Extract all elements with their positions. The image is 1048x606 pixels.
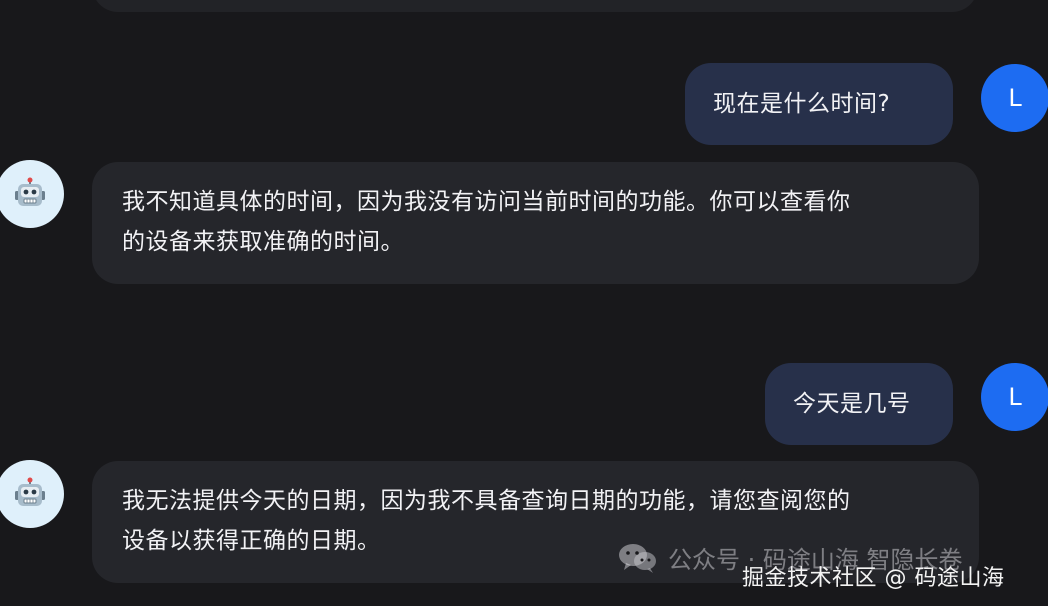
user-message-bubble: 今天是几号 — [765, 363, 953, 445]
assistant-message-bubble: 我不知道具体的时间，因为我没有访问当前时间的功能。你可以查看你 的设备来获取准确… — [92, 162, 979, 284]
avatar-letter: L — [1008, 383, 1022, 411]
message-text: 今天是几号 — [793, 391, 911, 417]
user-avatar[interactable]: L — [981, 363, 1048, 431]
robot-icon — [15, 477, 45, 506]
message-line: 我无法提供今天的日期，因为我不具备查询日期的功能，请您查阅您的 — [122, 488, 851, 514]
message-line: 的设备来获取准确的时间。 — [122, 229, 404, 255]
bot-avatar — [0, 460, 64, 528]
site-watermark: 掘金技术社区 @ 码途山海 — [742, 566, 1005, 591]
avatar-letter: L — [1008, 84, 1022, 112]
message-line: 我不知道具体的时间，因为我没有访问当前时间的功能。你可以查看你 — [122, 189, 851, 215]
user-avatar[interactable]: L — [981, 64, 1048, 132]
bot-avatar — [0, 160, 64, 228]
previous-message-bubble — [92, 0, 978, 12]
wechat-icon — [619, 543, 656, 573]
user-message-bubble: 现在是什么时间? — [685, 63, 953, 145]
message-text: 现在是什么时间? — [713, 91, 891, 117]
chat-window: 现在是什么时间? L 我不知道具体的时间，因为我没有访问当前时间的功能。你可以查… — [0, 0, 1048, 606]
robot-icon — [15, 177, 45, 206]
